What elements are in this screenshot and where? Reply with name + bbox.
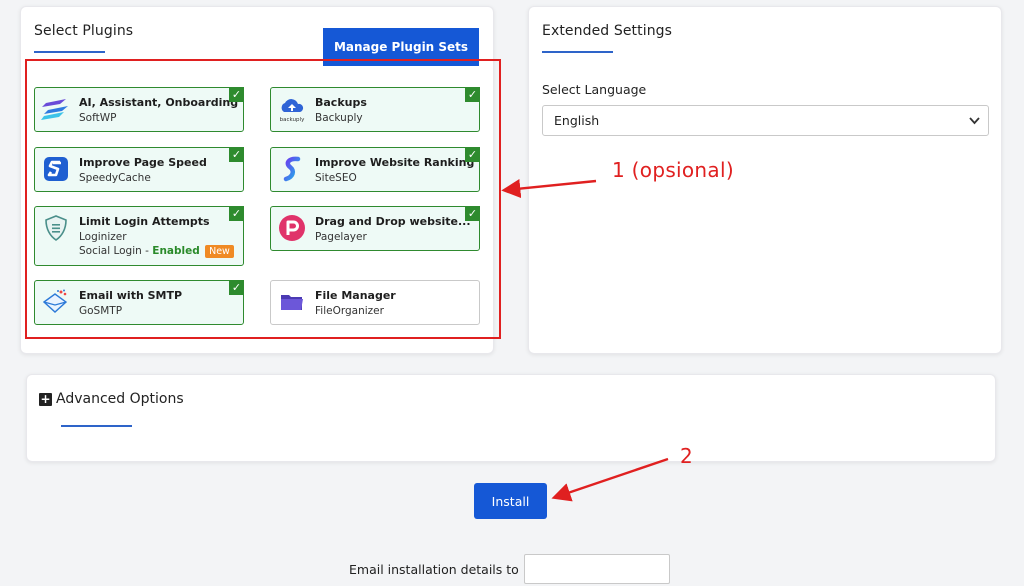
annotation-arrow-1	[501, 179, 597, 199]
annotation-arrow-2	[551, 457, 669, 502]
annotation-arrows	[501, 179, 669, 502]
